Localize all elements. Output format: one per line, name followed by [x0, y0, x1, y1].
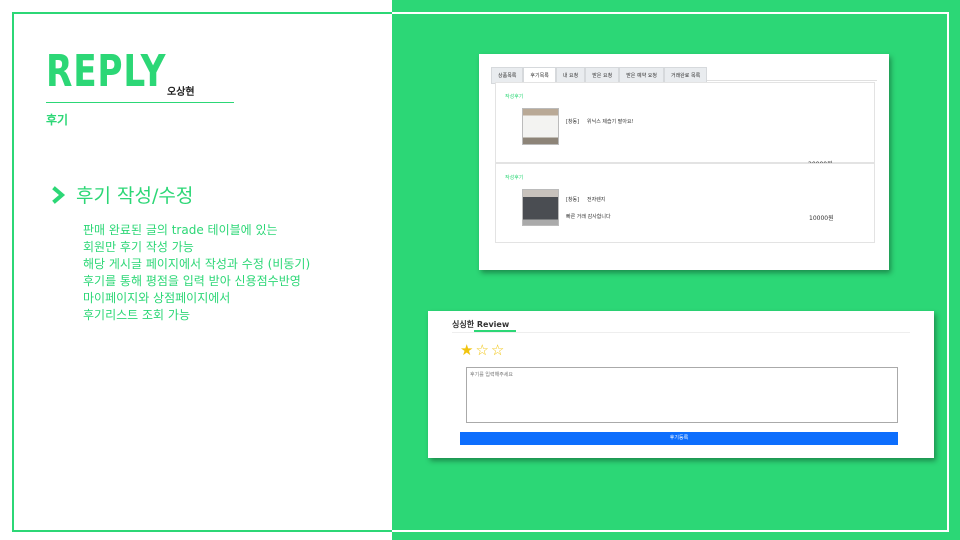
card-header: 작성후기 [505, 175, 524, 181]
star-filled-icon[interactable]: ★ [460, 342, 473, 358]
description-line: 해당 게시글 페이지에서 작성과 수정 (비동기) [83, 257, 311, 271]
star-empty-icon[interactable]: ☆ [491, 342, 504, 358]
review-card[interactable]: 작성후기 [창동] 위닉스 제습기 팔아요! 20000원 [495, 82, 875, 168]
review-message: 빠른 거래 감사합니다 [566, 214, 611, 220]
slide: REPLY 오상현 후기 후기 작성/수정 판매 완료된 글의 trade 테이… [0, 0, 960, 540]
card-header: 작성후기 [505, 94, 524, 100]
item-price: 10000원 [809, 215, 834, 222]
star-rating: ★ ☆ ☆ [460, 342, 506, 358]
item-category: [창동] [566, 119, 580, 125]
description: 판매 완료된 글의 trade 테이블에 있는 회원만 후기 작성 가능 해당 … [83, 222, 310, 324]
review-form-screenshot: 싱싱한 Review ★ ☆ ☆ 후기등록 [428, 311, 934, 458]
section-header: 후기 작성/수정 [52, 181, 193, 208]
star-empty-icon[interactable]: ☆ [475, 342, 488, 358]
section-heading: 후기 작성/수정 [76, 185, 194, 207]
description-line: 후기를 통해 평점을 입력 받아 신용점수반영 [83, 274, 301, 288]
product-thumbnail [522, 189, 559, 226]
author-name: 오상현 [167, 87, 195, 98]
slide-subtitle: 후기 [46, 113, 69, 127]
item-name[interactable]: 전자렌지 [587, 196, 605, 203]
item-category: [창동] [566, 197, 580, 203]
review-card[interactable]: 작성후기 [창동] 전자렌지 빠른 거래 감사합니다 10000원 [495, 163, 875, 243]
review-list-screenshot: 상품목록 후기목록 내 요청 받은 요청 받은 예약 요청 거래완료 목록 작성… [479, 54, 889, 270]
description-line: 후기리스트 조회 가능 [83, 308, 190, 322]
description-line: 회원만 후기 작성 가능 [83, 240, 194, 254]
title-divider [46, 102, 234, 103]
description-line: 마이페이지와 상점페이지에서 [83, 291, 231, 305]
review-textarea[interactable] [466, 367, 898, 423]
review-form-title: 싱싱한 Review [452, 320, 510, 329]
description-line: 판매 완료된 글의 trade 테이블에 있는 [83, 223, 278, 237]
item-name[interactable]: 위닉스 제습기 팔아요! [587, 118, 634, 125]
chevron-right-icon [52, 184, 68, 206]
submit-review-button[interactable]: 후기등록 [460, 432, 898, 445]
product-thumbnail [522, 108, 559, 145]
review-title-underline [474, 330, 516, 332]
review-divider [452, 332, 910, 333]
slide-title: REPLY [46, 46, 167, 97]
